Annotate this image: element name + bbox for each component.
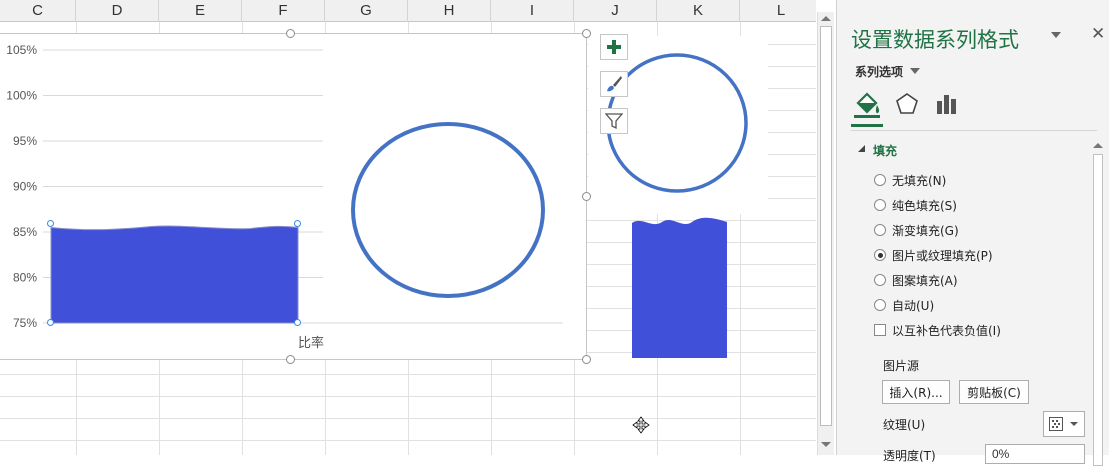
- grid-line: [0, 440, 816, 441]
- chart-resize-handle[interactable]: [582, 29, 591, 38]
- series-selection-handle[interactable]: [294, 220, 301, 227]
- plus-icon: [607, 40, 621, 54]
- fill-option-picture-texture[interactable]: 图片或纹理填充(P): [874, 245, 993, 265]
- fill-option-none[interactable]: 无填充(N): [874, 170, 946, 190]
- chart-resize-handle[interactable]: [582, 192, 591, 201]
- radio-button[interactable]: [874, 274, 886, 286]
- column-header-l[interactable]: L: [740, 0, 816, 22]
- radio-button[interactable]: [874, 199, 886, 211]
- scrollbar-thumb[interactable]: [820, 26, 832, 426]
- column-header-i[interactable]: I: [491, 0, 574, 22]
- fill-option-automatic[interactable]: 自动(U): [874, 295, 934, 315]
- picture-source-label: 图片源: [883, 359, 920, 373]
- column-header-c[interactable]: C: [0, 0, 76, 22]
- y-tick-label: 90%: [13, 180, 37, 194]
- wave-fill-shape[interactable]: [632, 217, 727, 358]
- chart-resize-handle[interactable]: [582, 355, 591, 364]
- column-header-h[interactable]: H: [408, 0, 491, 22]
- y-tick-label: 100%: [6, 89, 37, 103]
- texture-swatch-icon: [1049, 417, 1063, 431]
- active-tab-indicator: [851, 124, 883, 127]
- x-axis-label: 比率: [298, 335, 324, 351]
- column-header-j[interactable]: J: [574, 0, 657, 22]
- radio-label: 纯色填充(S): [892, 198, 957, 213]
- radio-label: 无填充(N): [892, 173, 947, 188]
- scroll-up-arrow[interactable]: [821, 16, 831, 21]
- grid-line: [0, 396, 816, 397]
- transparency-input[interactable]: 0%: [985, 444, 1085, 464]
- texture-picker[interactable]: [1043, 411, 1085, 437]
- divider: [851, 130, 1097, 131]
- fill-option-pattern[interactable]: 图案填充(A): [874, 270, 958, 290]
- y-tick-label: 105%: [6, 43, 37, 57]
- column-header-k[interactable]: K: [657, 0, 740, 22]
- tab-effects[interactable]: [891, 88, 923, 120]
- y-tick-label: 95%: [13, 134, 37, 148]
- column-header-e[interactable]: E: [159, 0, 242, 22]
- radio-label: 自动(U): [892, 298, 935, 313]
- chevron-down-icon: [1070, 422, 1078, 426]
- chart-resize-handle[interactable]: [286, 355, 295, 364]
- y-tick-label: 80%: [13, 271, 37, 285]
- checkbox-label: 以互补色代表负值(I): [892, 323, 1001, 338]
- worksheet[interactable]: C D E F G H I J K L 105% 100% 95% 90% 85…: [0, 0, 816, 455]
- column-header-row: C D E F G H I J K L: [0, 0, 816, 22]
- series-selection-handle[interactable]: [47, 220, 54, 227]
- fill-option-solid[interactable]: 纯色填充(S): [874, 195, 957, 215]
- radio-button[interactable]: [874, 224, 886, 236]
- y-tick-label: 85%: [13, 225, 37, 239]
- invert-if-negative-checkbox[interactable]: 以互补色代表负值(I): [874, 320, 1001, 340]
- fill-option-gradient[interactable]: 渐变填充(G): [874, 220, 959, 240]
- radio-label: 图案填充(A): [892, 273, 958, 288]
- series-selection-handle[interactable]: [47, 319, 54, 326]
- insert-button[interactable]: 插入(R)...: [882, 380, 950, 404]
- column-header-g[interactable]: G: [325, 0, 408, 22]
- column-header-d[interactable]: D: [76, 0, 159, 22]
- y-tick-label: 75%: [13, 316, 37, 330]
- fill-section-header[interactable]: 填充: [873, 142, 897, 159]
- chart-elements-button[interactable]: [600, 34, 628, 60]
- scroll-down-arrow[interactable]: [821, 442, 831, 447]
- chart-styles-button[interactable]: [600, 71, 628, 97]
- worksheet-vertical-scrollbar[interactable]: [817, 12, 834, 455]
- clipboard-button[interactable]: 剪贴板(C): [959, 380, 1029, 404]
- radio-button-selected[interactable]: [874, 249, 886, 261]
- radio-label: 图片或纹理填充(P): [892, 248, 993, 263]
- close-icon[interactable]: ✕: [1091, 24, 1105, 44]
- collapse-triangle-icon[interactable]: [857, 144, 867, 154]
- radio-button[interactable]: [874, 174, 886, 186]
- pane-scrollbar[interactable]: [1091, 140, 1105, 466]
- grid-line: [0, 418, 816, 419]
- radio-label: 渐变填充(G): [892, 223, 959, 238]
- filter-icon: [605, 113, 623, 130]
- series-options-label[interactable]: 系列选项: [855, 63, 903, 80]
- move-cursor-icon: [632, 416, 650, 434]
- grid-line: [0, 374, 816, 375]
- chart-filter-button[interactable]: [600, 108, 628, 134]
- area-series[interactable]: [50, 225, 299, 324]
- chevron-down-icon[interactable]: [910, 68, 920, 74]
- column-header-f[interactable]: F: [242, 0, 325, 22]
- chart-resize-handle[interactable]: [286, 29, 295, 38]
- circle-marker[interactable]: [351, 122, 545, 298]
- scrollbar-thumb[interactable]: [1093, 154, 1103, 466]
- checkbox[interactable]: [874, 324, 886, 336]
- chart-plot[interactable]: 105% 100% 95% 90% 85% 80% 75% 比率: [0, 34, 588, 361]
- tab-fill-line[interactable]: [851, 88, 883, 120]
- pentagon-icon: [896, 93, 918, 114]
- series-selection-handle[interactable]: [294, 319, 301, 326]
- tab-series-options[interactable]: [931, 88, 963, 120]
- pane-title: 设置数据系列格式: [851, 28, 1019, 52]
- format-data-series-pane: 设置数据系列格式 ✕ 系列选项 填充 无填充(N) 纯色填充(S) 渐变填充(G…: [836, 0, 1109, 466]
- bar-chart-icon: [937, 95, 956, 114]
- pane-options-dropdown-icon[interactable]: [1051, 32, 1061, 38]
- transparency-label: 透明度(T): [883, 449, 936, 463]
- chart-area[interactable]: 105% 100% 95% 90% 85% 80% 75% 比率: [0, 29, 591, 364]
- paint-bucket-icon: [854, 92, 880, 118]
- radio-button[interactable]: [874, 299, 886, 311]
- texture-label: 纹理(U): [883, 418, 926, 432]
- scroll-up-arrow[interactable]: [1093, 143, 1103, 148]
- paintbrush-icon: [607, 76, 622, 92]
